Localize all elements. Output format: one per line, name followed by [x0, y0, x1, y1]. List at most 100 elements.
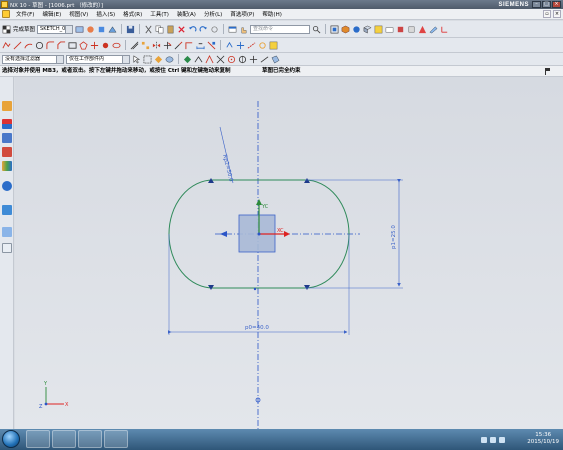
general-selection-icon[interactable]	[143, 54, 152, 64]
touch-mode-icon[interactable]	[239, 25, 248, 34]
taskbar-app-nx[interactable]	[52, 430, 76, 448]
snap-control-point-icon[interactable]	[205, 54, 214, 64]
maximize-button[interactable]: □	[542, 1, 551, 8]
quick-extend-icon[interactable]	[174, 41, 183, 50]
minimize-button[interactable]: –	[532, 1, 541, 8]
studio-spline-icon[interactable]	[101, 41, 110, 50]
cut-icon[interactable]	[144, 25, 153, 34]
update-model-icon[interactable]	[97, 25, 106, 34]
point-icon[interactable]	[90, 41, 99, 50]
part-navigator-icon[interactable]	[2, 147, 12, 157]
graphics-window[interactable]: YC XC Rp2=50.0 p1=25.0 p0=40.0 Y X Z	[15, 77, 563, 429]
taskbar-app-media[interactable]	[104, 430, 128, 448]
finish-sketch-button[interactable]: 完成草图	[2, 25, 35, 34]
snap-arc-center-icon[interactable]	[227, 55, 236, 64]
snap-existing-point-icon[interactable]	[249, 55, 258, 64]
pattern-curve-icon[interactable]	[141, 41, 150, 50]
menu-insert[interactable]: 插入(S)	[92, 10, 119, 18]
line-icon[interactable]	[13, 41, 22, 50]
radius-dimension[interactable]: Rp2=50.0	[221, 154, 234, 183]
selection-scope-combo[interactable]: 仅在工作部件内	[66, 54, 130, 64]
shaded-view-icon[interactable]	[352, 25, 361, 34]
snap-endpoint-icon[interactable]	[183, 55, 192, 64]
taskbar-app-sogou[interactable]	[26, 430, 50, 448]
sketch-point[interactable]	[253, 287, 257, 291]
save-icon[interactable]	[126, 25, 135, 34]
mirror-curve-icon[interactable]	[152, 41, 161, 50]
height-dimension[interactable]: p1=25.0	[391, 225, 397, 249]
reuse-library-icon[interactable]	[2, 161, 12, 171]
snap-quadrant-icon[interactable]	[238, 55, 247, 64]
ellipse-icon[interactable]	[112, 41, 121, 50]
menu-format[interactable]: 格式(R)	[119, 10, 146, 18]
roles-icon[interactable]	[2, 243, 12, 253]
sketch-canvas[interactable]: YC XC Rp2=50.0 p1=25.0 p0=40.0 Y X Z	[15, 77, 563, 429]
select-all-icon[interactable]	[132, 54, 141, 64]
menu-file[interactable]: 文件(F)	[12, 10, 38, 18]
chamfer-icon[interactable]	[57, 40, 66, 50]
make-corner-icon[interactable]	[185, 41, 194, 50]
volume-icon[interactable]	[490, 437, 496, 443]
display-objects-icon[interactable]	[385, 25, 394, 34]
arc-icon[interactable]	[24, 41, 33, 50]
offset-curve-icon[interactable]	[130, 41, 139, 50]
network-icon[interactable]	[481, 437, 487, 443]
quick-trim-icon[interactable]	[163, 41, 172, 50]
convert-reference-icon[interactable]	[247, 41, 256, 50]
close-doc-icon[interactable]: ×	[553, 10, 561, 18]
nx-app-icon[interactable]	[1, 1, 8, 8]
feature-selection-icon[interactable]	[154, 55, 163, 64]
show-constraints-icon[interactable]	[225, 41, 234, 50]
menu-edit[interactable]: 编辑(E)	[38, 10, 65, 18]
delete-icon[interactable]	[177, 25, 186, 34]
sketch-relations-icon[interactable]	[269, 41, 278, 50]
show-hide-icon[interactable]	[407, 25, 416, 34]
show-all-icon[interactable]	[418, 25, 427, 34]
settings-gear-icon[interactable]	[2, 101, 12, 111]
menu-view[interactable]: 视图(V)	[65, 10, 92, 18]
copy-icon[interactable]	[155, 25, 164, 34]
origin-point[interactable]	[257, 232, 261, 236]
undo-icon[interactable]	[188, 25, 197, 34]
alternate-solution-icon[interactable]	[258, 41, 267, 50]
repeat-command-icon[interactable]	[210, 25, 219, 34]
sketch-name-combo[interactable]: SKETCH_000	[37, 24, 74, 34]
start-button[interactable]	[2, 430, 20, 448]
orient-view-icon[interactable]	[75, 25, 84, 34]
polygon-icon[interactable]	[79, 40, 88, 50]
reattach-icon[interactable]	[86, 25, 95, 34]
hide-icon[interactable]	[396, 25, 405, 34]
taskbar-app-explorer[interactable]	[78, 430, 102, 448]
snap-intersection-icon[interactable]	[216, 55, 225, 64]
menu-preferences[interactable]: 首选项(P)	[226, 10, 258, 18]
auto-constrain-icon[interactable]	[236, 41, 245, 50]
circle-icon[interactable]	[35, 41, 44, 50]
layer-settings-icon[interactable]	[374, 25, 383, 34]
rapid-dimension-icon[interactable]	[196, 41, 205, 50]
redo-icon[interactable]	[199, 25, 208, 34]
menu-assembly[interactable]: 装配(A)	[173, 10, 200, 18]
window-icon[interactable]	[228, 25, 237, 34]
close-button[interactable]: ×	[552, 1, 561, 8]
curve-rule-icon[interactable]	[165, 55, 174, 64]
history-icon[interactable]	[2, 205, 12, 215]
taskbar-clock[interactable]: 15:36 2015/10/19	[527, 432, 559, 446]
render-style-icon[interactable]	[341, 25, 350, 34]
type-filter-combo[interactable]: 没有选择过滤器	[2, 54, 64, 64]
restore-icon[interactable]: ▫	[543, 10, 551, 18]
start-menu-icon[interactable]	[2, 10, 10, 18]
snap-point-on-surface-icon[interactable]	[271, 55, 280, 64]
constraint-navigator-icon[interactable]	[2, 133, 12, 143]
orient-trimetric-icon[interactable]	[363, 25, 372, 34]
web-browser-icon[interactable]	[2, 181, 12, 191]
sketch-options-icon[interactable]	[108, 25, 117, 34]
menu-analysis[interactable]: 分析(L)	[200, 10, 226, 18]
search-icon[interactable]	[312, 25, 321, 34]
rectangle-icon[interactable]	[68, 41, 77, 50]
menu-help[interactable]: 帮助(H)	[258, 10, 285, 18]
paste-icon[interactable]	[166, 25, 175, 34]
edit-object-display-icon[interactable]	[429, 25, 438, 34]
fillet-icon[interactable]	[46, 40, 55, 50]
profile-icon[interactable]	[2, 41, 11, 50]
geometric-constraints-icon[interactable]	[207, 41, 216, 50]
